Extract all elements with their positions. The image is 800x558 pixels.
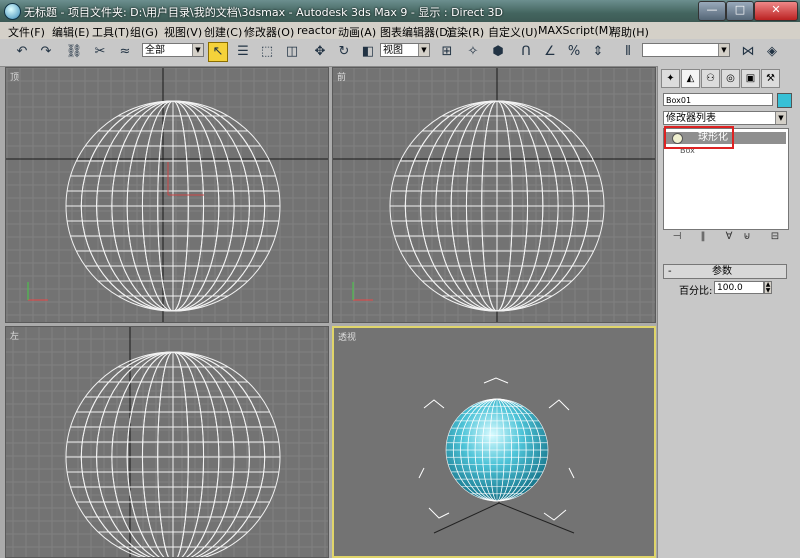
pin-stack-icon[interactable]: ⊣ bbox=[670, 230, 684, 244]
window-crossing-icon[interactable]: ◫ bbox=[282, 42, 302, 62]
selection-filter-value: 全部 bbox=[145, 45, 165, 56]
menu-group[interactable]: 组(G) bbox=[130, 24, 158, 40]
modifier-list-dropdown[interactable]: 修改器列表 ▼ bbox=[663, 111, 787, 125]
menu-modifiers[interactable]: 修改器(O) bbox=[244, 24, 294, 40]
menu-reactor[interactable]: reactor bbox=[297, 24, 336, 37]
reference-coordinate-value: 视图 bbox=[383, 45, 403, 56]
axis-gizmo bbox=[27, 162, 204, 301]
spinner-snap-icon[interactable]: ⇕ bbox=[588, 42, 608, 62]
angle-snap-icon[interactable]: ∠ bbox=[540, 42, 560, 62]
modify-icon[interactable]: ◭ bbox=[681, 69, 700, 88]
menu-animation[interactable]: 动画(A) bbox=[338, 24, 376, 40]
create-icon[interactable]: ✦ bbox=[661, 69, 680, 88]
bind-space-warp-icon[interactable]: ≈ bbox=[115, 42, 135, 62]
grid bbox=[6, 68, 328, 322]
menu-edit[interactable]: 编辑(E) bbox=[52, 24, 90, 40]
select-by-name-icon[interactable]: ☰ bbox=[233, 42, 253, 62]
edit-named-selection-icon[interactable]: ⦀ bbox=[618, 42, 638, 62]
object-name-field[interactable]: Box01 bbox=[663, 93, 773, 106]
redo-icon[interactable]: ↷ bbox=[36, 42, 56, 62]
select-object-icon[interactable]: ↖ bbox=[208, 42, 228, 62]
motion-icon[interactable]: ◎ bbox=[721, 69, 740, 88]
named-selection-dropdown[interactable]: ▼ bbox=[642, 43, 730, 57]
undo-icon[interactable]: ↶ bbox=[12, 42, 32, 62]
align-icon[interactable]: ◈ bbox=[762, 42, 782, 62]
modifier-list-label: 修改器列表 bbox=[666, 113, 716, 124]
menu-maxscript[interactable]: MAXScript(M) bbox=[538, 24, 613, 37]
sphere-wireframe bbox=[65, 351, 281, 557]
menu-help[interactable]: 帮助(H) bbox=[610, 24, 649, 40]
menu-graph-editors[interactable]: 图表编辑器(D) bbox=[380, 24, 452, 40]
snap-toggle-icon[interactable]: ᑎ bbox=[516, 42, 536, 62]
grid bbox=[333, 68, 655, 322]
make-unique-icon[interactable]: ∀ bbox=[722, 230, 736, 244]
chevron-down-icon: ▼ bbox=[418, 44, 429, 56]
unlink-icon[interactable]: ✂ bbox=[90, 42, 110, 62]
viewport-top[interactable]: 顶 bbox=[5, 67, 329, 323]
main-toolbar: ↶ ↷ ⛓ ✂ ≈ 全部 ▼ ↖ ☰ ⬚ ◫ ✥ ↻ ◧ 视图 ▼ ⊞ ✧ ⬢ … bbox=[0, 39, 800, 67]
viewport-label[interactable]: 前 bbox=[337, 70, 346, 83]
viewport-perspective[interactable]: 透视 bbox=[332, 326, 656, 558]
menu-tools[interactable]: 工具(T) bbox=[92, 24, 129, 40]
app-icon[interactable] bbox=[4, 3, 21, 20]
parameters-rollout-header[interactable]: - 参数 bbox=[663, 264, 787, 279]
mirror-icon[interactable]: ⋈ bbox=[738, 42, 758, 62]
display-icon[interactable]: ▣ bbox=[741, 69, 760, 88]
close-button[interactable]: ✕ bbox=[754, 1, 798, 21]
rollout-title: 参数 bbox=[712, 266, 732, 277]
keyboard-shortcut-override-icon[interactable]: ⬢ bbox=[488, 42, 508, 62]
select-and-rotate-icon[interactable]: ↻ bbox=[334, 42, 354, 62]
menu-customize[interactable]: 自定义(U) bbox=[488, 24, 538, 40]
viewport-left[interactable]: 左 bbox=[5, 326, 329, 558]
menu-views[interactable]: 视图(V) bbox=[164, 24, 202, 40]
use-pivot-center-icon[interactable]: ⊞ bbox=[437, 42, 457, 62]
configure-modifier-sets-icon[interactable]: ⊟ bbox=[768, 230, 782, 244]
title-bar: 无标题 - 项目文件夹: D:\用户目录\我的文档\3dsmax - Autod… bbox=[0, 0, 800, 22]
select-and-link-icon[interactable]: ⛓ bbox=[64, 42, 84, 62]
viewport-front-canvas bbox=[333, 68, 655, 322]
rollout-collapse-icon: - bbox=[668, 266, 672, 277]
viewport-top-canvas bbox=[6, 68, 328, 322]
menu-rendering[interactable]: 渲染(R) bbox=[446, 24, 484, 40]
axis-gizmo bbox=[352, 282, 373, 301]
hierarchy-icon[interactable]: ⚇ bbox=[701, 69, 720, 88]
object-color-swatch[interactable] bbox=[777, 93, 792, 108]
selection-filter-dropdown[interactable]: 全部 ▼ bbox=[142, 43, 204, 57]
chevron-down-icon: ▼ bbox=[718, 44, 729, 56]
percent-spinner[interactable]: ▲ ▼ bbox=[764, 281, 772, 294]
select-manipulate-icon[interactable]: ✧ bbox=[463, 42, 483, 62]
menu-bar: 文件(F) 编辑(E) 工具(T) 组(G) 视图(V) 创建(C) 修改器(O… bbox=[0, 22, 800, 40]
select-and-scale-icon[interactable]: ◧ bbox=[358, 42, 378, 62]
percent-snap-icon[interactable]: % bbox=[564, 42, 584, 62]
menu-create[interactable]: 创建(C) bbox=[204, 24, 242, 40]
percent-label: 百分比: bbox=[679, 286, 713, 297]
select-and-move-icon[interactable]: ✥ bbox=[310, 42, 330, 62]
show-end-result-icon[interactable]: ‖ bbox=[696, 230, 710, 244]
chevron-down-icon: ▼ bbox=[192, 44, 203, 56]
remove-modifier-icon[interactable]: ⊌ bbox=[740, 230, 754, 244]
viewport-label[interactable]: 左 bbox=[10, 329, 19, 342]
percent-field[interactable]: 100.0 bbox=[714, 281, 764, 294]
chevron-down-icon: ▼ bbox=[775, 112, 786, 124]
annotation-highlight-box bbox=[664, 126, 734, 149]
utilities-icon[interactable]: ⚒ bbox=[761, 69, 780, 88]
maximize-button[interactable]: □ bbox=[726, 1, 754, 21]
rectangular-selection-icon[interactable]: ⬚ bbox=[257, 42, 277, 62]
minimize-button[interactable]: — bbox=[698, 1, 726, 21]
menu-file[interactable]: 文件(F) bbox=[8, 24, 45, 40]
window-title: 无标题 - 项目文件夹: D:\用户目录\我的文档\3dsmax - Autod… bbox=[24, 6, 503, 19]
viewport-left-canvas bbox=[6, 327, 328, 557]
viewport-perspective-canvas bbox=[418, 377, 575, 534]
viewport-label[interactable]: 透视 bbox=[338, 330, 356, 343]
viewport-label[interactable]: 顶 bbox=[10, 70, 19, 83]
reference-coordinate-dropdown[interactable]: 视图 ▼ bbox=[380, 43, 430, 57]
viewport-front[interactable]: 前 bbox=[332, 67, 656, 323]
